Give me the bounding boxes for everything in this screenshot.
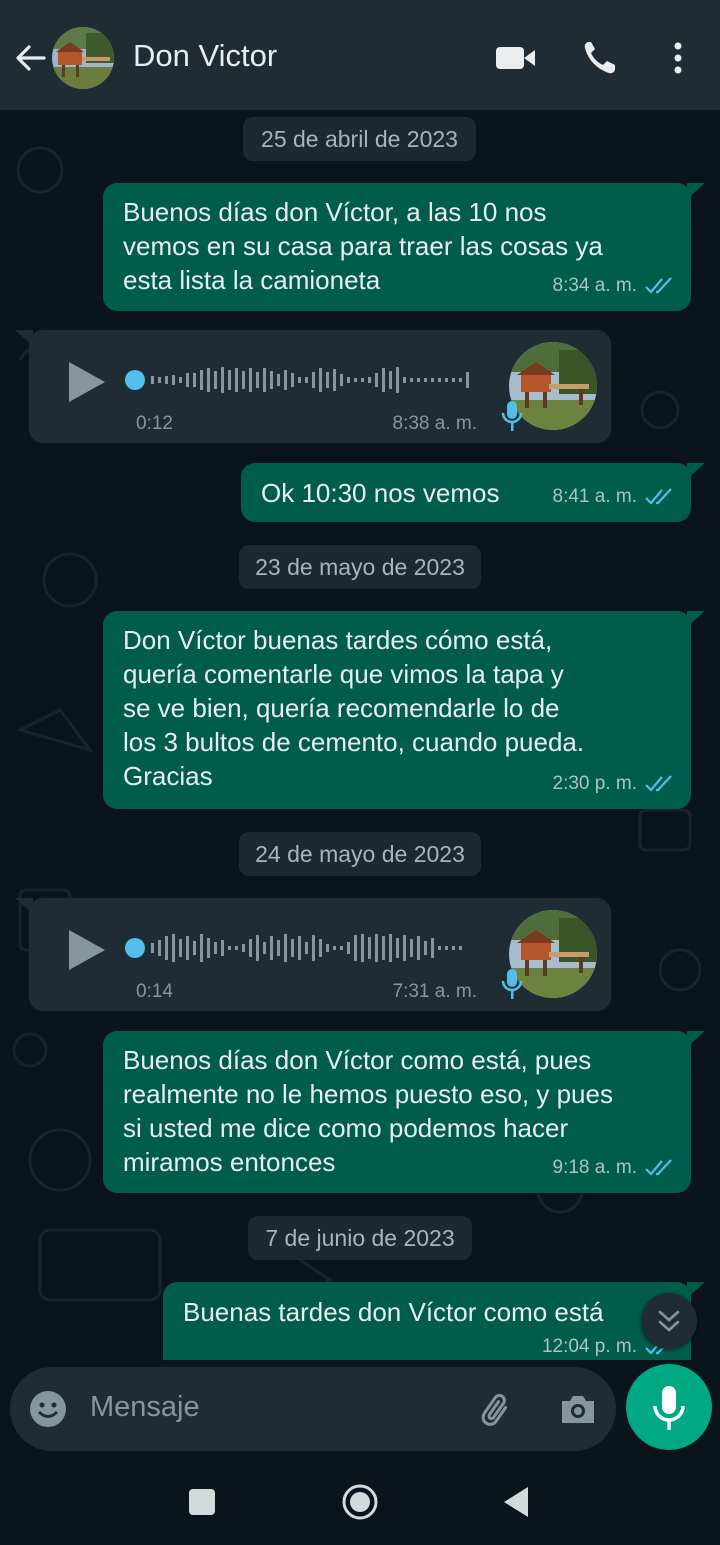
message-line: Ok 10:30 nos vemos — [261, 478, 500, 508]
message-input[interactable]: Mensaje — [90, 1391, 200, 1424]
message-line: Buenos días don Víctor, a las 10 nos — [123, 197, 547, 227]
read-ticks-icon — [645, 775, 672, 792]
message-line: Don Víctor buenas tardes cómo está, — [123, 625, 553, 655]
voice-waveform[interactable] — [125, 930, 475, 966]
scroll-down-icon — [658, 1310, 680, 1332]
incoming-voice-message[interactable]: 0:12 8:38 a. m. — [15, 330, 611, 443]
voice-waveform[interactable] — [125, 362, 475, 398]
message-time: 8:38 a. m. — [392, 413, 478, 434]
chat-area[interactable]: 25 de abril de 2023 Buenos días don Víct… — [0, 110, 720, 1360]
microphone-icon — [501, 969, 523, 999]
message-time: 12:04 p. m. — [541, 1336, 637, 1357]
voice-duration: 0:12 — [136, 413, 173, 434]
message-line: vemos en su casa para traer las cosas ya — [123, 231, 603, 261]
nav-back-icon[interactable] — [500, 1484, 532, 1520]
message-line: realmente no le hemos puesto eso, y pues — [123, 1079, 613, 1109]
message-line: Buenos días don Víctor como está, pues — [123, 1045, 592, 1075]
message-line: esta lista la camioneta — [123, 265, 381, 295]
record-voice-button[interactable] — [626, 1364, 712, 1450]
date-separator: 25 de abril de 2023 — [243, 117, 476, 161]
message-line: se ve bien, quería recomendarle lo de — [123, 693, 560, 723]
play-icon[interactable] — [67, 928, 107, 972]
emoji-icon[interactable] — [28, 1389, 68, 1429]
message-line: Gracias — [123, 761, 213, 791]
message-time: 9:18 a. m. — [552, 1157, 638, 1178]
read-ticks-icon — [645, 277, 672, 294]
incoming-voice-message[interactable]: 0:14 7:31 a. m. — [15, 898, 611, 1011]
back-arrow-icon[interactable] — [12, 40, 48, 76]
voice-duration: 0:14 — [136, 981, 173, 1002]
scroll-down-button[interactable] — [641, 1293, 697, 1349]
message-line: los 3 bultos de cemento, cuando pueda. — [123, 727, 585, 757]
outgoing-message[interactable]: Don Víctor buenas tardes cómo está, quer… — [103, 611, 705, 809]
system-navigation-bar — [0, 1460, 720, 1545]
nav-recents-icon[interactable] — [186, 1486, 218, 1518]
message-line: si usted me dice como podemos hacer — [123, 1113, 569, 1143]
chat-header: Don Victor — [0, 0, 720, 110]
nav-home-icon[interactable] — [340, 1482, 380, 1522]
more-options-icon[interactable] — [658, 38, 698, 78]
message-line: quería comentarle que vimos la tapa y — [123, 659, 564, 689]
message-time: 8:34 a. m. — [552, 275, 638, 296]
outgoing-message[interactable]: Ok 10:30 nos vemos 8:41 a. m. — [241, 463, 705, 522]
message-time: 7:31 a. m. — [392, 981, 478, 1002]
microphone-icon — [653, 1386, 685, 1430]
read-ticks-icon — [645, 1159, 672, 1176]
message-input-bar[interactable]: Mensaje — [10, 1367, 616, 1451]
contact-name[interactable]: Don Victor — [133, 38, 277, 74]
outgoing-message[interactable]: Buenas tardes don Víctor como está 12:04… — [163, 1282, 705, 1360]
message-line: Buenas tardes don Víctor como está — [183, 1297, 604, 1327]
message-time: 8:41 a. m. — [552, 486, 638, 507]
date-separator: 7 de junio de 2023 — [248, 1216, 472, 1260]
message-line: miramos entonces — [123, 1147, 336, 1177]
phone-icon[interactable] — [580, 38, 624, 78]
play-icon[interactable] — [67, 360, 107, 404]
message-time: 2:30 p. m. — [552, 773, 638, 794]
video-call-icon[interactable] — [494, 38, 538, 78]
attach-icon[interactable] — [476, 1389, 518, 1431]
date-separator: 23 de mayo de 2023 — [239, 545, 481, 589]
microphone-icon — [501, 401, 523, 431]
outgoing-message[interactable]: Buenos días don Víctor como está, pues r… — [103, 1031, 705, 1193]
camera-icon[interactable] — [558, 1389, 598, 1429]
read-ticks-icon — [645, 488, 672, 505]
contact-avatar[interactable] — [52, 27, 114, 89]
date-separator: 24 de mayo de 2023 — [239, 832, 481, 876]
outgoing-message[interactable]: Buenos días don Víctor, a las 10 nos vem… — [103, 183, 705, 311]
